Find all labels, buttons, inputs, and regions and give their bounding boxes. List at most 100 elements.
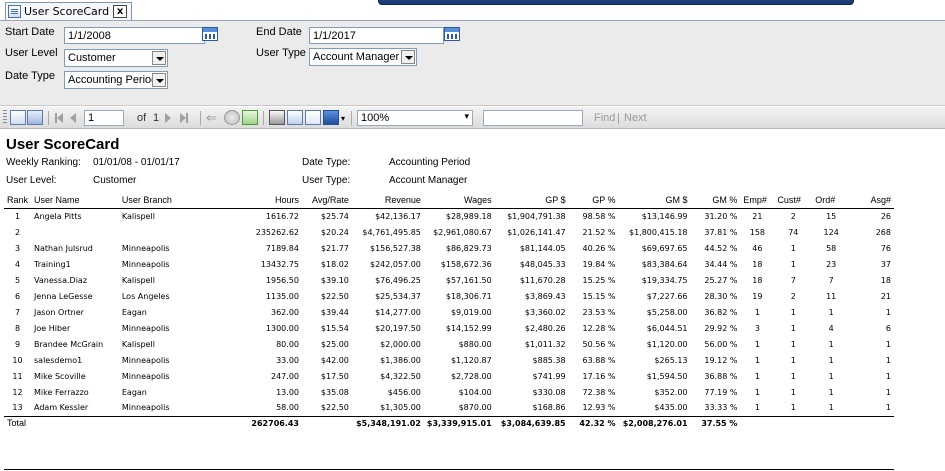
table-row: 12 Mike Ferrazzo Eagan 13.00 $35.08 $456.00 $1… <box>4 384 894 400</box>
table-row: 3 Nathan Julsrud Minneapolis 7189.84 $21.77 $… <box>4 240 894 256</box>
cell-wages: $158,672.36 <box>440 259 492 269</box>
start-date-calendar-icon[interactable] <box>202 27 218 41</box>
cell-cust-count: 74 <box>788 227 799 237</box>
print-icon[interactable] <box>269 110 285 125</box>
cell-revenue: $1,386.00 <box>380 355 421 365</box>
cell-hours: 13.00 <box>276 387 299 397</box>
cell-rank: 2 <box>14 227 21 237</box>
cell-gm-amount: $352.00 <box>654 387 688 397</box>
cell-gp-amount: $2,480.26 <box>524 323 566 333</box>
toolbar-separator <box>263 111 264 125</box>
page-setup-icon[interactable] <box>305 110 321 125</box>
cell-gm-amount: $1,120.00 <box>646 339 688 349</box>
cell-gp-percent: 23.53 % <box>582 307 616 317</box>
cell-user-branch: Eagan <box>121 307 147 317</box>
cell-gm-percent: 37.81 % <box>704 227 738 237</box>
user-level-value: Customer <box>68 52 116 64</box>
column-header: Wages <box>423 193 495 209</box>
cell-revenue: $1,305.00 <box>380 403 421 413</box>
export-save-icon[interactable] <box>323 110 339 125</box>
cell-avg-rate: $42.00 <box>320 355 349 365</box>
chevron-down-icon[interactable] <box>152 51 166 65</box>
column-header: GP % <box>568 193 619 209</box>
cell-ord-count: 1 <box>828 371 834 381</box>
date-type-select[interactable]: Accounting Period <box>64 71 168 89</box>
total-empty <box>850 415 894 430</box>
stop-icon[interactable] <box>224 110 240 125</box>
cell-wages: $2,961,080.67 <box>433 227 492 237</box>
cell-emp-count: 46 <box>752 243 763 253</box>
print-layout-icon[interactable] <box>287 110 303 125</box>
column-header: Asg# <box>850 193 894 209</box>
back-arrow-icon[interactable]: ⇐ <box>206 110 217 126</box>
cell-asg-count: 1 <box>885 387 891 397</box>
cell-ord-count: 11 <box>826 291 837 301</box>
end-date-input[interactable]: 1/1/2017 <box>309 27 444 44</box>
cell-ord-count: 1 <box>828 403 834 413</box>
last-page-button[interactable] <box>180 110 188 126</box>
find-text-input[interactable] <box>483 110 583 126</box>
document-map-icon[interactable] <box>10 110 26 125</box>
cell-user-name: Vanessa.Diaz <box>34 275 88 285</box>
weekly-ranking-value: 01/01/08 - 01/01/17 <box>93 157 180 168</box>
cell-user-name: Nathan Julsrud <box>34 243 93 253</box>
cell-gm-amount: $435.00 <box>654 403 688 413</box>
next-page-button[interactable] <box>165 110 171 126</box>
chevron-down-icon[interactable] <box>152 73 166 87</box>
user-level-meta-value: Customer <box>93 175 137 186</box>
cell-revenue: $156,527.38 <box>369 243 421 253</box>
cell-gp-amount: $3,869.43 <box>524 291 566 301</box>
cell-cust-count: 2 <box>790 211 796 221</box>
cell-avg-rate: $18.02 <box>320 259 349 269</box>
close-tab-button[interactable]: x <box>113 5 128 18</box>
chevron-down-icon[interactable]: ▾ <box>464 111 469 122</box>
zoom-select[interactable]: 100% ▾ <box>357 110 473 126</box>
cell-hours: 58.00 <box>276 403 299 413</box>
cell-gm-amount: $1,800,415.18 <box>628 227 688 237</box>
find-next-button[interactable]: Next <box>624 110 647 126</box>
current-page-input[interactable]: 1 <box>84 110 124 126</box>
cell-user-branch <box>119 224 209 240</box>
cell-gm-amount: $6,044.51 <box>646 323 688 333</box>
cell-emp-count: 1 <box>754 307 760 317</box>
column-header: GM $ <box>618 193 691 209</box>
export-dropdown-icon[interactable]: ▾ <box>341 110 345 126</box>
cell-emp-count: 21 <box>752 211 763 221</box>
cell-avg-rate: $35.08 <box>320 387 349 397</box>
cell-ord-count: 4 <box>828 323 834 333</box>
date-type-meta-value: Accounting Period <box>389 157 471 168</box>
date-type-meta-label: Date Type: <box>302 157 351 168</box>
date-type-value: Accounting Period <box>68 74 158 86</box>
total-hours: 262706.43 <box>208 415 302 430</box>
previous-page-button[interactable] <box>70 110 76 126</box>
cell-user-branch: Minneapolis <box>121 259 170 269</box>
find-button[interactable]: Find <box>594 110 615 126</box>
user-type-select[interactable]: Account Manager <box>309 48 417 66</box>
cell-gm-amount: $83,384.64 <box>641 259 688 269</box>
tab-user-scorecard[interactable]: User ScoreCard x <box>5 2 133 20</box>
report-toolbar: 1 of 1 ⇐ ▾ 100% ▾ Find | Next <box>0 107 945 129</box>
cell-wages: $18,306.71 <box>445 291 492 301</box>
parameters-toggle-icon[interactable] <box>27 110 43 125</box>
cell-ord-count: 1 <box>828 339 834 349</box>
cell-gm-percent: 31.20 % <box>704 211 738 221</box>
first-page-button[interactable] <box>55 110 63 126</box>
cell-user-branch: Kalispell <box>121 211 155 221</box>
user-level-select[interactable]: Customer <box>64 49 168 67</box>
end-date-calendar-icon[interactable] <box>444 27 460 41</box>
start-date-input[interactable]: 1/1/2008 <box>64 27 205 44</box>
refresh-icon[interactable] <box>242 110 258 125</box>
cell-gp-amount: $885.38 <box>532 355 566 365</box>
total-empty <box>812 415 851 430</box>
cell-ord-count: 58 <box>826 243 837 253</box>
cell-gm-percent: 77.19 % <box>704 387 738 397</box>
cell-user-branch: Minneapolis <box>121 403 170 413</box>
cell-ord-count: 7 <box>828 275 834 285</box>
cell-user-name: Mike Ferrazzo <box>34 387 89 397</box>
cell-ord-count: 1 <box>828 307 834 317</box>
table-row: 5 Vanessa.Diaz Kalispell 1956.50 $39.10 $76,4… <box>4 272 894 288</box>
chevron-down-icon[interactable] <box>401 50 415 64</box>
column-header: Ord# <box>812 193 851 209</box>
cell-gp-percent: 17.16 % <box>582 371 616 381</box>
cell-gm-percent: 34.44 % <box>704 259 738 269</box>
